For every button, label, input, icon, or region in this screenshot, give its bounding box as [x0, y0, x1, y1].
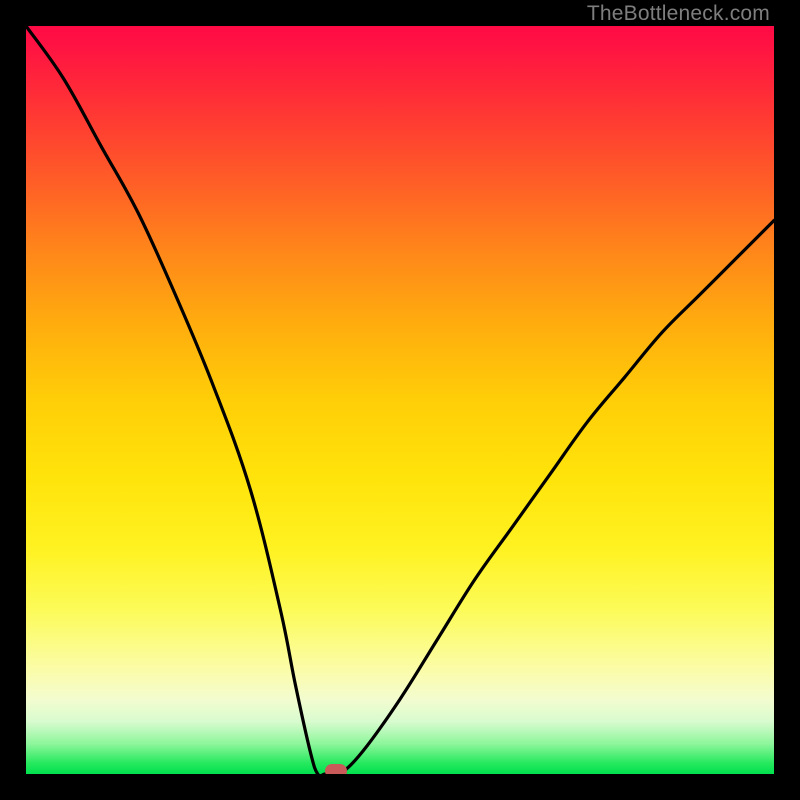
bottleneck-curve: [26, 26, 774, 774]
chart-frame: TheBottleneck.com: [0, 0, 800, 800]
watermark-text: TheBottleneck.com: [587, 2, 770, 26]
optimal-marker: [325, 764, 347, 774]
plot-area: [26, 26, 774, 774]
